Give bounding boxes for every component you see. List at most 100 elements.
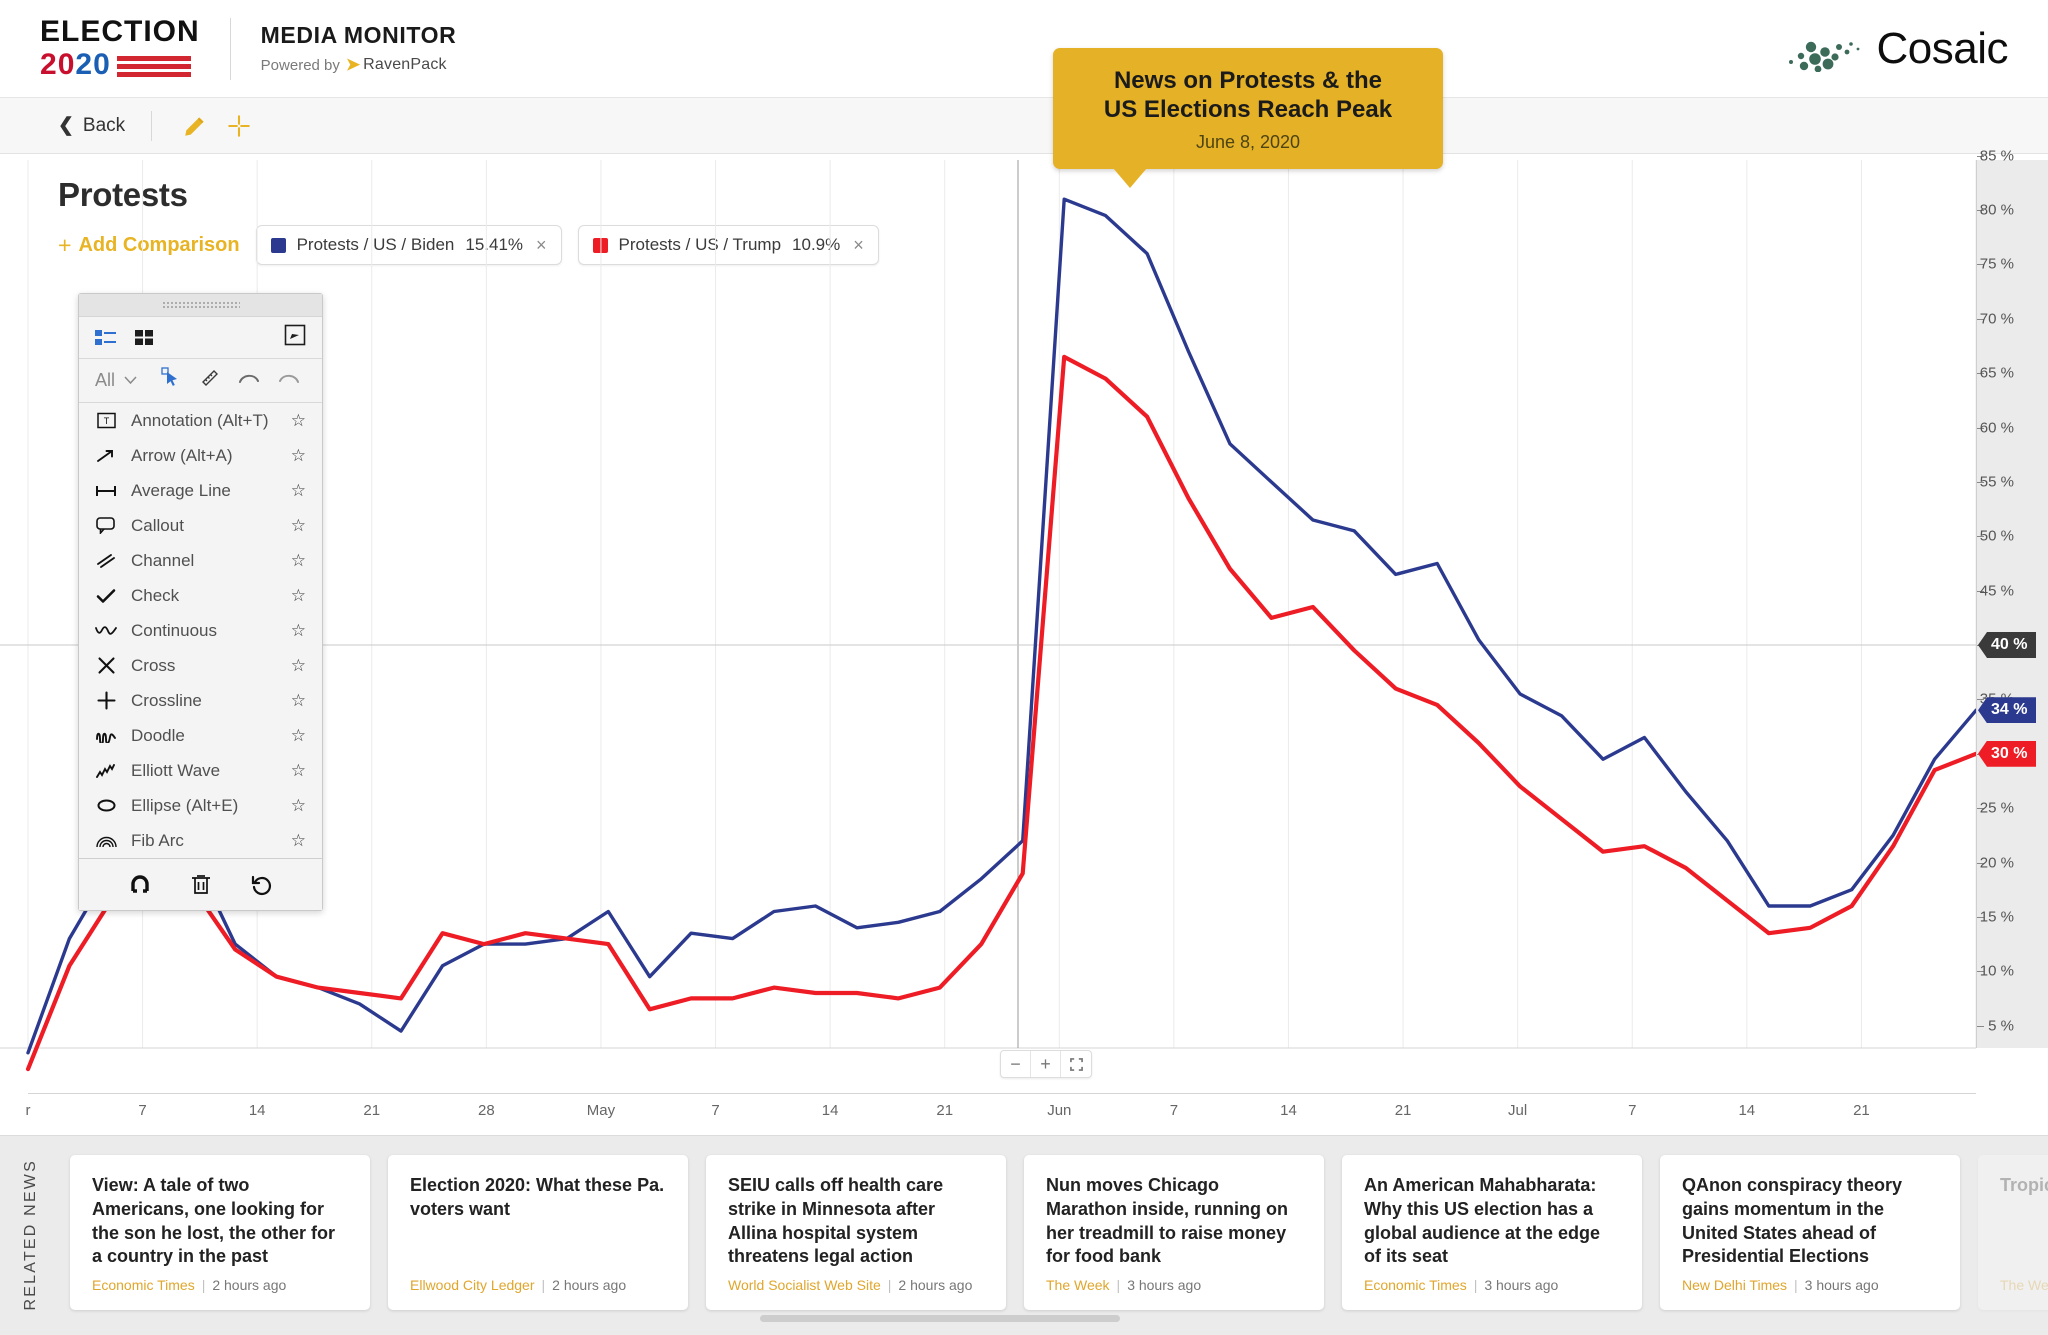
edit-box-icon[interactable] [284, 324, 306, 351]
fullscreen-button[interactable] [1061, 1051, 1091, 1077]
tool-item-check[interactable]: Check☆ [79, 578, 322, 613]
x-tick-label: 7 [138, 1102, 146, 1119]
tool-item-label: Channel [131, 551, 277, 571]
news-source[interactable]: Ellwood City Ledger [410, 1277, 535, 1293]
news-card[interactable]: An American Mahabharata: Why this US ele… [1342, 1155, 1642, 1310]
toolbar: ❮ Back [0, 98, 2048, 154]
x-tick-label: 7 [711, 1102, 719, 1119]
back-button[interactable]: ❮ Back [58, 114, 125, 137]
list-view-icon[interactable] [95, 329, 119, 347]
grid-view-icon[interactable] [135, 329, 155, 347]
news-source[interactable]: New Delhi Times [1682, 1277, 1787, 1293]
x-tick-label: 7 [1170, 1102, 1178, 1119]
favorite-star-icon[interactable]: ☆ [291, 691, 306, 711]
tool-item-continuous[interactable]: Continuous ☆ [79, 613, 322, 648]
tool-filter-label: All [95, 370, 115, 391]
tool-item-elliott[interactable]: Elliott Wave☆ [79, 753, 322, 788]
favorite-star-icon[interactable]: ☆ [291, 411, 306, 431]
trash-icon[interactable] [190, 873, 212, 897]
x-tick-label: 21 [1853, 1102, 1870, 1119]
toolbar-divider [151, 111, 152, 141]
news-card[interactable]: Tropical S bring torThe Week| [1978, 1155, 2048, 1310]
magnet-icon[interactable] [128, 873, 152, 897]
y-axis[interactable]: 85 %80 %75 %70 %65 %60 %55 %50 %45 %40 %… [1976, 160, 2048, 1048]
favorite-star-icon[interactable]: ☆ [291, 551, 306, 571]
zoom-out-button[interactable]: − [1001, 1051, 1031, 1077]
chart-zoom-controls[interactable]: − + [1000, 1050, 1092, 1078]
tool-filter-select[interactable]: All [95, 370, 137, 391]
news-meta: The Week | 3 hours ago [1046, 1277, 1302, 1293]
news-card[interactable]: Nun moves Chicago Marathon inside, runni… [1024, 1155, 1324, 1310]
x-axis[interactable]: r7142128May71421Jun71421Jul71421 [0, 1093, 2048, 1135]
tool-item-label: Continuous [131, 621, 277, 641]
x-tick-label: Jun [1047, 1102, 1071, 1119]
favorite-star-icon[interactable]: ☆ [291, 516, 306, 536]
favorite-star-icon[interactable]: ☆ [291, 656, 306, 676]
crosshair-icon[interactable] [222, 109, 256, 143]
tool-item-ellipse[interactable]: Ellipse (Alt+E)☆ [79, 788, 322, 823]
favorite-star-icon[interactable]: ☆ [291, 446, 306, 466]
ellipse-icon [95, 798, 117, 813]
redo-icon[interactable] [277, 369, 301, 392]
news-card[interactable]: SEIU calls off health care strike in Min… [706, 1155, 1006, 1310]
powered-by-row: Powered by ➤ RavenPack [261, 55, 457, 75]
related-news-label: RELATED NEWS [22, 1135, 56, 1335]
measure-ruler-icon[interactable] [199, 367, 221, 394]
favorite-star-icon[interactable]: ☆ [291, 586, 306, 606]
drawing-tools-list[interactable]: TAnnotation (Alt+T)☆Arrow (Alt+A)☆Averag… [79, 403, 322, 858]
news-timestamp: 3 hours ago [1127, 1277, 1201, 1293]
news-timestamp: 3 hours ago [1484, 1277, 1558, 1293]
favorite-star-icon[interactable]: ☆ [291, 726, 306, 746]
favorite-star-icon[interactable]: ☆ [291, 831, 306, 851]
tool-item-average[interactable]: Average Line☆ [79, 473, 322, 508]
related-news-carousel[interactable]: View: A tale of two Americans, one looki… [70, 1155, 2048, 1310]
news-meta-separator: | [1117, 1277, 1121, 1293]
news-source[interactable]: Economic Times [92, 1277, 195, 1293]
cursor-select-icon[interactable] [161, 367, 183, 394]
drawing-tools-panel[interactable]: All TAnnotation (Alt [78, 293, 323, 911]
y-tick-label: 55 % [1980, 473, 2014, 490]
panel-drag-handle[interactable] [79, 294, 322, 317]
zoom-in-button[interactable]: + [1031, 1051, 1061, 1077]
undo-icon[interactable] [237, 369, 261, 392]
panel-view-toolbar [79, 317, 322, 359]
news-source[interactable]: The Week [2000, 1277, 2048, 1293]
news-meta-separator: | [202, 1277, 206, 1293]
x-tick-label: 28 [478, 1102, 495, 1119]
tool-item-channel[interactable]: Channel ☆ [79, 543, 322, 578]
x-tick-label: 14 [1280, 1102, 1297, 1119]
tool-item-arrow[interactable]: Arrow (Alt+A)☆ [79, 438, 322, 473]
news-source[interactable]: Economic Times [1364, 1277, 1467, 1293]
tool-item-doodle[interactable]: Doodle☆ [79, 718, 322, 753]
favorite-star-icon[interactable]: ☆ [291, 621, 306, 641]
chart-callout-annotation[interactable]: News on Protests & the US Elections Reac… [1053, 48, 1443, 169]
news-source[interactable]: The Week [1046, 1277, 1110, 1293]
pencil-icon[interactable] [178, 109, 212, 143]
callout-date: June 8, 2020 [1075, 132, 1421, 153]
y-tick-label: 65 % [1980, 365, 2014, 382]
favorite-star-icon[interactable]: ☆ [291, 481, 306, 501]
favorite-star-icon[interactable]: ☆ [291, 761, 306, 781]
annotation-icon: T [95, 411, 117, 430]
tool-item-crossline[interactable]: Crossline☆ [79, 683, 322, 718]
related-news-scrollbar[interactable] [760, 1315, 1120, 1322]
cosaic-logo: Cosaic [1787, 24, 2048, 74]
tool-item-fib[interactable]: Fib Arc☆ [79, 823, 322, 858]
election-logo-year: 2020 [40, 50, 111, 80]
favorite-star-icon[interactable]: ☆ [291, 796, 306, 816]
restore-icon[interactable] [250, 873, 274, 897]
election-logo-word: ELECTION [40, 17, 200, 47]
news-headline: View: A tale of two Americans, one looki… [92, 1174, 348, 1269]
news-meta-separator: | [542, 1277, 546, 1293]
tool-item-cross[interactable]: Cross☆ [79, 648, 322, 683]
media-monitor-block: MEDIA MONITOR Powered by ➤ RavenPack [261, 22, 457, 75]
news-source[interactable]: World Socialist Web Site [728, 1277, 881, 1293]
news-card[interactable]: View: A tale of two Americans, one looki… [70, 1155, 370, 1310]
y-tick-label: 20 % [1980, 854, 2014, 871]
tool-item-callout[interactable]: Callout☆ [79, 508, 322, 543]
news-card[interactable]: Election 2020: What these Pa. voters wan… [388, 1155, 688, 1310]
tool-item-annotation[interactable]: TAnnotation (Alt+T)☆ [79, 403, 322, 438]
y-tick-label: 60 % [1980, 419, 2014, 436]
news-card[interactable]: QAnon conspiracy theory gains momentum i… [1660, 1155, 1960, 1310]
election-logo-year-row: 2020 [40, 50, 200, 80]
